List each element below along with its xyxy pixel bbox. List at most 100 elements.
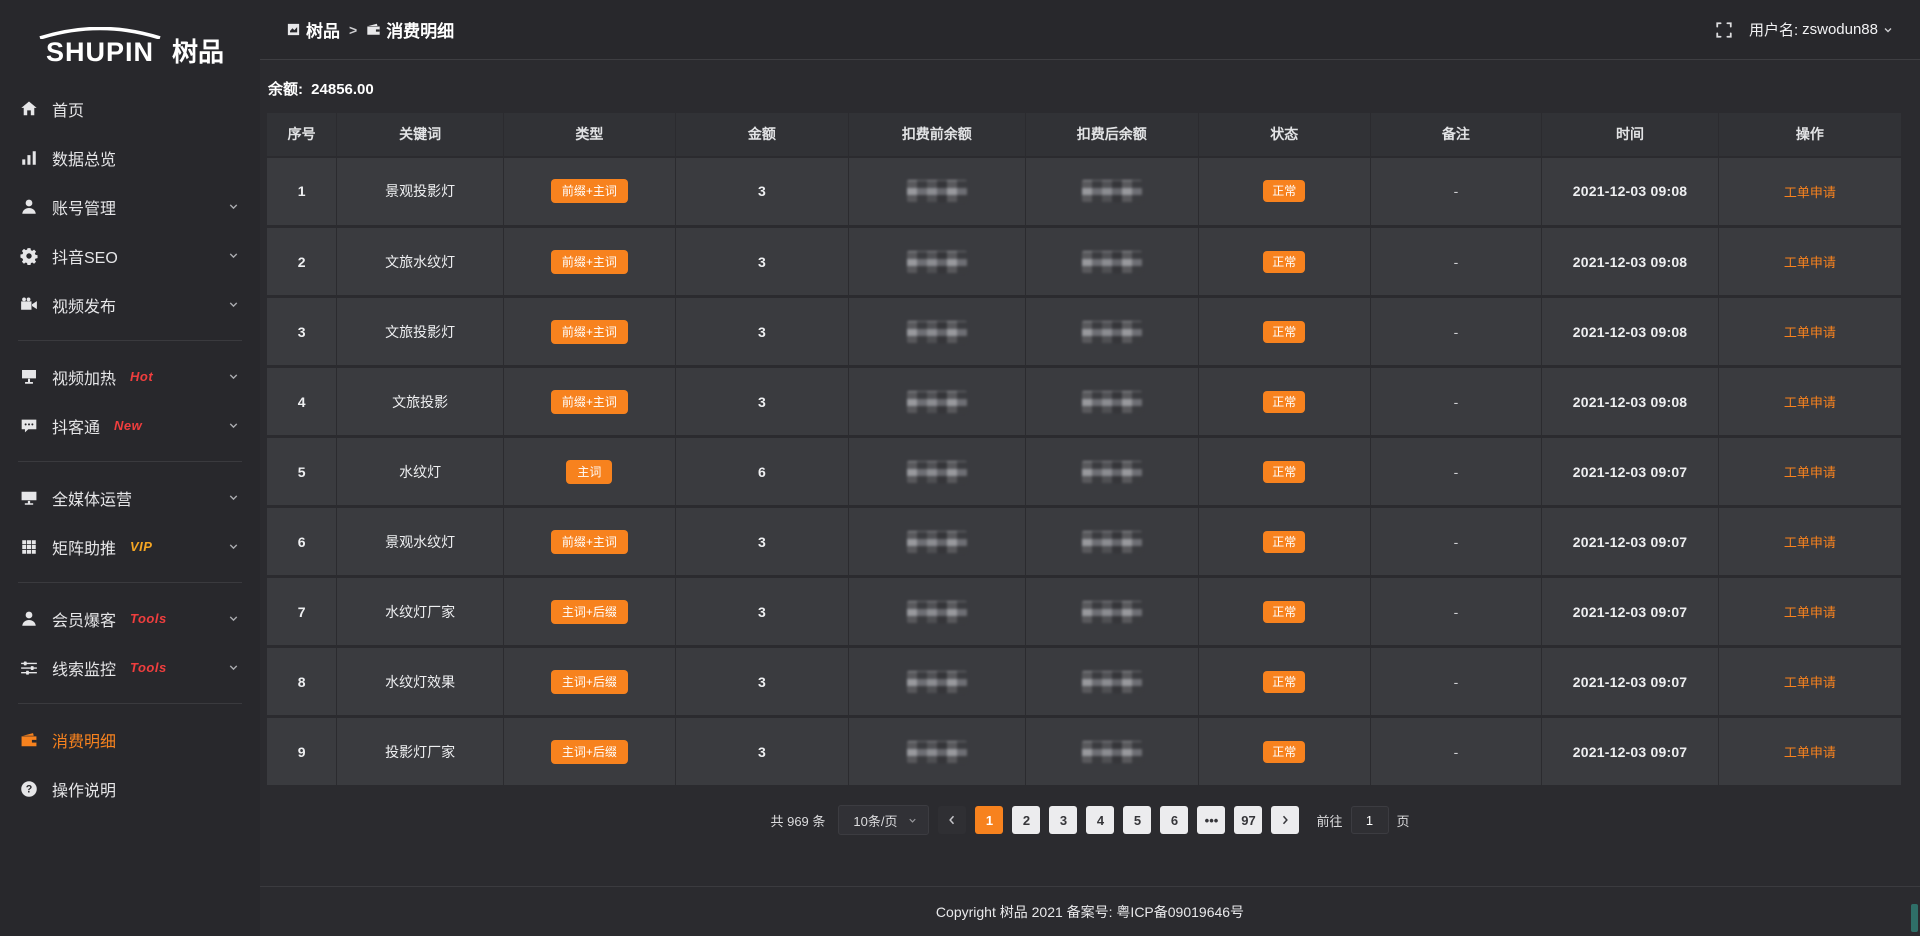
breadcrumb-current[interactable]: 消费明细: [366, 17, 454, 42]
chat-icon: [20, 417, 38, 435]
page-button[interactable]: 3: [1049, 806, 1077, 834]
sidebar-item[interactable]: 视频加热Hot: [0, 352, 260, 401]
sidebar-item[interactable]: 会员爆客Tools: [0, 594, 260, 643]
cell-balance-before: [849, 577, 1026, 647]
sidebar-item[interactable]: 抖客通New: [0, 401, 260, 450]
wallet-icon: [20, 731, 38, 749]
cell-action: 工单申请: [1718, 437, 1901, 507]
sidebar-item[interactable]: 线索监控Tools: [0, 643, 260, 692]
sidebar-item[interactable]: 视频发布: [0, 280, 260, 329]
cell-status: 正常: [1198, 647, 1370, 717]
type-badge: 主词+后缀: [551, 670, 628, 694]
cell-time: 2021-12-03 09:08: [1542, 227, 1719, 297]
status-badge: 正常: [1263, 321, 1305, 343]
work-order-link[interactable]: 工单申请: [1784, 185, 1836, 200]
work-order-link[interactable]: 工单申请: [1784, 605, 1836, 620]
page-jump-input[interactable]: [1351, 806, 1389, 834]
page-button[interactable]: 5: [1123, 806, 1151, 834]
cell-type: 主词+后缀: [504, 647, 676, 717]
sidebar-item[interactable]: 账号管理: [0, 182, 260, 231]
video-icon: [20, 296, 38, 314]
scrollbar-thumb[interactable]: [1911, 904, 1918, 932]
cell-keyword: 文旅投影灯: [337, 297, 504, 367]
page-button[interactable]: 1: [975, 806, 1003, 834]
page-button[interactable]: 2: [1012, 806, 1040, 834]
cell-remark: -: [1370, 577, 1542, 647]
page-button[interactable]: 97: [1234, 806, 1262, 834]
username: zswodun88: [1802, 21, 1878, 38]
member-icon: [20, 610, 38, 628]
cell-action: 工单申请: [1718, 157, 1901, 227]
sidebar-item[interactable]: 抖音SEO: [0, 231, 260, 280]
cell-amount: 6: [675, 437, 848, 507]
work-order-link[interactable]: 工单申请: [1784, 255, 1836, 270]
page-size-select[interactable]: 10条/页: [838, 805, 929, 835]
balance-label: 余额:: [268, 81, 303, 98]
work-order-link[interactable]: 工单申请: [1784, 675, 1836, 690]
sidebar-item[interactable]: 全媒体运营: [0, 473, 260, 522]
prev-page-button[interactable]: [938, 806, 966, 834]
display-icon: [20, 368, 38, 386]
sidebar-item[interactable]: 数据总览: [0, 133, 260, 182]
status-badge: 正常: [1263, 461, 1305, 483]
app-logo[interactable]: SHUPIN 树品: [0, 8, 260, 66]
sidebar-item[interactable]: 矩阵助推VIP: [0, 522, 260, 571]
cell-status: 正常: [1198, 157, 1370, 227]
table-row: 6景观水纹灯前缀+主词3正常-2021-12-03 09:07工单申请: [267, 507, 1902, 577]
work-order-link[interactable]: 工单申请: [1784, 465, 1836, 480]
masked-value: [1082, 671, 1142, 693]
masked-value: [907, 671, 967, 693]
cell-type: 前缀+主词: [504, 227, 676, 297]
cell-remark: -: [1370, 157, 1542, 227]
page-button[interactable]: 4: [1086, 806, 1114, 834]
column-header: 备注: [1370, 113, 1542, 157]
gear-icon: [20, 247, 38, 265]
sidebar-item-badge: Tools: [130, 660, 167, 675]
masked-value: [907, 180, 967, 202]
cell-index: 7: [267, 577, 337, 647]
cell-index: 9: [267, 717, 337, 787]
sidebar-item[interactable]: ?操作说明: [0, 764, 260, 813]
work-order-link[interactable]: 工单申请: [1784, 535, 1836, 550]
cell-remark: -: [1370, 297, 1542, 367]
type-badge: 前缀+主词: [551, 179, 628, 203]
cell-balance-before: [849, 297, 1026, 367]
topbar: 树品 > 消费明细 用户名: zswodun88: [260, 0, 1920, 60]
fullscreen-icon[interactable]: [1715, 21, 1733, 39]
work-order-link[interactable]: 工单申请: [1784, 395, 1836, 410]
ellipsis-button[interactable]: •••: [1197, 806, 1225, 834]
cell-time: 2021-12-03 09:07: [1542, 717, 1719, 787]
work-order-link[interactable]: 工单申请: [1784, 745, 1836, 760]
status-badge: 正常: [1263, 251, 1305, 273]
next-page-button[interactable]: [1271, 806, 1299, 834]
cell-keyword: 文旅投影: [337, 367, 504, 437]
chevron-down-icon: [907, 815, 918, 826]
status-badge: 正常: [1263, 601, 1305, 623]
page-button[interactable]: 6: [1160, 806, 1188, 834]
breadcrumb-home[interactable]: 树品: [286, 17, 340, 42]
sidebar-nav: 首页数据总览账号管理抖音SEO视频发布视频加热Hot抖客通New 全媒体运营矩阵助…: [0, 84, 260, 813]
cell-time: 2021-12-03 09:07: [1542, 577, 1719, 647]
user-menu[interactable]: 用户名: zswodun88: [1749, 19, 1894, 40]
column-header: 金额: [675, 113, 848, 157]
chevron-down-icon: [227, 612, 240, 625]
sidebar-item-label: 操作说明: [52, 777, 116, 801]
cell-amount: 3: [675, 227, 848, 297]
column-header: 类型: [504, 113, 676, 157]
chevron-down-icon: [227, 200, 240, 213]
cell-balance-after: [1025, 437, 1198, 507]
cell-keyword: 水纹灯: [337, 437, 504, 507]
cell-balance-before: [849, 157, 1026, 227]
breadcrumb: 树品 > 消费明细: [286, 17, 454, 42]
user-icon: [20, 198, 38, 216]
cell-status: 正常: [1198, 367, 1370, 437]
cell-time: 2021-12-03 09:07: [1542, 647, 1719, 717]
sidebar-divider: [18, 703, 242, 704]
status-badge: 正常: [1263, 671, 1305, 693]
cell-balance-before: [849, 507, 1026, 577]
cell-balance-before: [849, 367, 1026, 437]
sidebar-item[interactable]: 消费明细: [0, 715, 260, 764]
user-label: 用户名:: [1749, 19, 1798, 40]
sidebar-item[interactable]: 首页: [0, 84, 260, 133]
work-order-link[interactable]: 工单申请: [1784, 325, 1836, 340]
